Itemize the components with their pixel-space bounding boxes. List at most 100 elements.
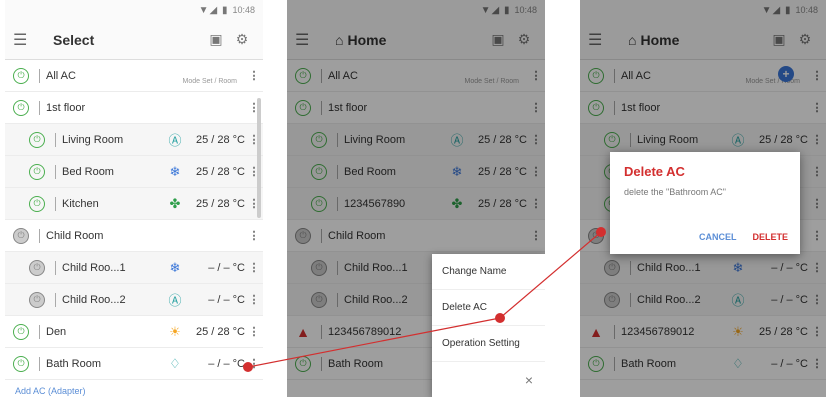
close-icon[interactable]: × (432, 362, 545, 397)
item-name: Bath Room (328, 357, 384, 370)
list-item[interactable]: ⏻ 1234567890 ✤ 25 / 28 °C ⋮ (287, 188, 545, 220)
list-item[interactable]: ⏻ Child Roo...1 ❄ – / – °C ⋮ (5, 252, 263, 284)
more-vert-icon[interactable]: ⋮ (808, 133, 826, 146)
more-vert-icon[interactable]: ⋮ (527, 165, 545, 178)
power-icon[interactable]: ⏻ (13, 67, 29, 84)
gear-icon[interactable]: ⚙ (229, 31, 255, 48)
more-vert-icon[interactable]: ⋮ (808, 69, 826, 82)
item-name: Bed Room (62, 165, 114, 178)
more-vert-icon[interactable]: ⋮ (245, 325, 263, 338)
cancel-button[interactable]: CANCEL (699, 232, 737, 242)
more-vert-icon[interactable]: ⋮ (808, 261, 826, 274)
more-vert-icon[interactable]: ⋮ (808, 357, 826, 370)
power-icon[interactable]: ⏻ (295, 355, 311, 372)
status-bar: ▼◢ ▮ 10:48 (580, 0, 826, 20)
delete-button[interactable]: DELETE (752, 232, 788, 242)
schedule-icon[interactable]: ▣ (485, 31, 511, 48)
more-vert-icon[interactable]: ⋮ (808, 101, 826, 114)
more-vert-icon[interactable]: ⋮ (808, 165, 826, 178)
power-icon[interactable]: ⏻ (13, 99, 29, 116)
more-vert-icon[interactable]: ⋮ (527, 229, 545, 242)
more-vert-icon[interactable]: ⋮ (808, 325, 826, 338)
divider (55, 292, 56, 307)
item-name: Den (46, 325, 67, 338)
menu-icon[interactable]: ☰ (13, 30, 37, 50)
power-icon[interactable]: ⏻ (13, 227, 29, 244)
gear-icon[interactable]: ⚙ (511, 31, 537, 48)
power-icon[interactable]: ⏻ (29, 259, 45, 276)
power-icon[interactable]: ⏻ (311, 195, 327, 212)
power-icon[interactable]: ⏻ (29, 195, 45, 212)
divider (614, 100, 615, 115)
menu-operation-setting[interactable]: Operation Setting (432, 326, 545, 362)
power-icon[interactable]: ⏻ (13, 323, 29, 340)
mode-icon: Ⓐ (731, 133, 745, 148)
list-item[interactable]: ⏻ Living Room Ⓐ 25 / 28 °C ⋮ (287, 124, 545, 156)
add-ac-link[interactable]: Add AC (Adapter) (5, 380, 263, 397)
schedule-icon[interactable]: ▣ (203, 31, 229, 48)
list-item[interactable]: ⏻ Child Room ⋮ (5, 220, 263, 252)
list-item[interactable]: ⏻ Kitchen ✤ 25 / 28 °C ⋮ (5, 188, 263, 220)
menu-delete-ac[interactable]: Delete AC (432, 290, 545, 326)
more-vert-icon[interactable]: ⋮ (808, 293, 826, 306)
list-item[interactable]: ⏻ 1st floor ⋮ (5, 92, 263, 124)
gear-icon[interactable]: ⚙ (792, 31, 818, 48)
list-item[interactable]: ⏻ 1st floor ⋮ (580, 92, 826, 124)
power-icon[interactable]: ⏻ (295, 99, 311, 116)
list-item[interactable]: ⏻ Living Room Ⓐ 25 / 28 °C ⋮ (5, 124, 263, 156)
power-icon[interactable]: ⏻ (311, 291, 327, 308)
more-vert-icon[interactable]: ⋮ (527, 133, 545, 146)
schedule-icon[interactable]: ▣ (766, 31, 792, 48)
list-item[interactable]: ⏻ Child Roo...1 ❄ – / – °C ⋮ (580, 252, 826, 284)
power-icon[interactable]: ⏻ (311, 131, 327, 148)
power-icon[interactable]: ⏻ (295, 227, 311, 244)
power-icon[interactable]: ⏻ (604, 131, 620, 148)
power-icon[interactable]: ⏻ (588, 99, 604, 116)
power-icon[interactable]: ⏻ (29, 163, 45, 180)
more-vert-icon[interactable]: ⋮ (245, 293, 263, 306)
power-icon[interactable]: ⏻ (588, 227, 604, 244)
set-room-temp: 25 / 28 °C (477, 197, 527, 210)
more-vert-icon[interactable]: ⋮ (245, 357, 263, 370)
power-icon[interactable]: ⏻ (604, 259, 620, 276)
more-vert-icon[interactable]: ⋮ (527, 69, 545, 82)
power-icon[interactable]: ⏻ (311, 163, 327, 180)
menu-change-name[interactable]: Change Name (432, 254, 545, 290)
power-icon[interactable]: ⏻ (13, 355, 29, 372)
list-item[interactable]: ⏻ Bath Room ♢ – / – °C ⋮ (580, 348, 826, 380)
list-item[interactable]: ⏻ Bath Room ♢ – / – °C ⋮ (5, 348, 263, 380)
list-item[interactable]: ⏻ Den ☀ 25 / 28 °C ⋮ (5, 316, 263, 348)
divider (55, 164, 56, 179)
list-item[interactable]: ⏻ Bed Room ❄ 25 / 28 °C ⋮ (5, 156, 263, 188)
power-icon[interactable]: ⏻ (29, 131, 45, 148)
more-vert-icon[interactable]: ⋮ (527, 101, 545, 114)
warning-icon[interactable]: ▲ (295, 324, 311, 340)
divider (321, 356, 322, 371)
more-vert-icon[interactable]: ⋮ (808, 197, 826, 210)
more-vert-icon[interactable]: ⋮ (527, 197, 545, 210)
power-icon[interactable]: ⏻ (588, 67, 604, 84)
list-item[interactable]: ⏻ Bed Room ❄ 25 / 28 °C ⋮ (287, 156, 545, 188)
power-icon[interactable]: ⏻ (29, 291, 45, 308)
more-vert-icon[interactable]: ⋮ (808, 229, 826, 242)
power-icon[interactable]: ⏻ (588, 355, 604, 372)
list-item[interactable]: ⏻ All AC ⋮ Mode Set / Room (5, 60, 263, 92)
list-item[interactable]: ⏻ Child Roo...2 Ⓐ – / – °C ⋮ (5, 284, 263, 316)
more-vert-icon[interactable]: ⋮ (245, 69, 263, 82)
list-item[interactable]: ⏻ All AC ⋮ Mode Set / Room (287, 60, 545, 92)
list-item[interactable]: ⏻ All AC ⋮ Mode Set / Room + (580, 60, 826, 92)
scrollbar[interactable] (257, 98, 261, 218)
add-ac-badge-icon[interactable]: + (778, 66, 794, 82)
power-icon[interactable]: ⏻ (311, 259, 327, 276)
menu-icon[interactable]: ☰ (295, 30, 319, 50)
power-icon[interactable]: ⏻ (295, 67, 311, 84)
power-icon[interactable]: ⏻ (604, 291, 620, 308)
list-item[interactable]: ⏻ Child Roo...2 Ⓐ – / – °C ⋮ (580, 284, 826, 316)
warning-icon[interactable]: ▲ (588, 324, 604, 340)
list-item[interactable]: ⏻ 1st floor ⋮ (287, 92, 545, 124)
list-item[interactable]: ▲ 123456789012 ☀ 25 / 28 °C ⋮ (580, 316, 826, 348)
more-vert-icon[interactable]: ⋮ (245, 261, 263, 274)
more-vert-icon[interactable]: ⋮ (245, 229, 263, 242)
list-item[interactable]: ⏻ Child Room ⋮ (287, 220, 545, 252)
menu-icon[interactable]: ☰ (588, 30, 612, 50)
